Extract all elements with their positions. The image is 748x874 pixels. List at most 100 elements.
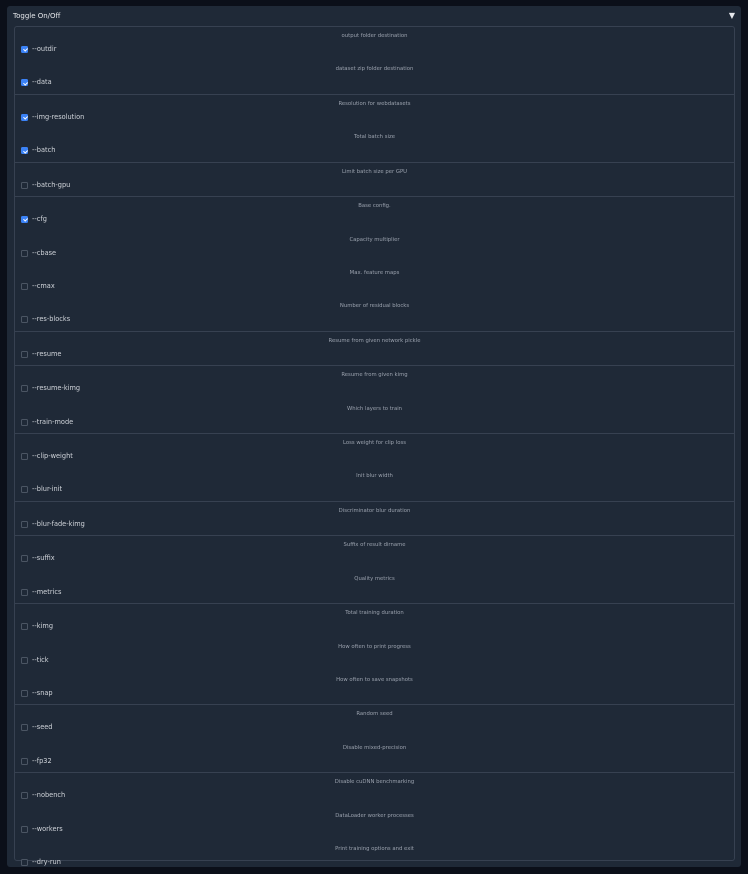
option-checkbox[interactable] [21, 147, 28, 155]
option-label[interactable]: --batch [32, 146, 55, 155]
option-description: Init blur width [356, 473, 393, 480]
option-checkbox[interactable] [21, 859, 28, 867]
option-checkbox[interactable] [21, 757, 28, 765]
option-label[interactable]: --workers [32, 825, 63, 834]
option-row: dataset zip folder destination --data [15, 60, 734, 93]
option-row: Which layers to train --train-mode [15, 400, 734, 433]
option-group: Suffix of result dirname --suffix Quality … [15, 536, 734, 605]
option-group: Disable cuDNN benchmarking --nobench DataL… [15, 773, 734, 873]
option-checkbox[interactable] [21, 623, 28, 631]
option-description: Resume from given network pickle [328, 337, 421, 344]
option-group: Base config. --cfg Capacity multiplier --cb… [15, 197, 734, 332]
option-checkbox[interactable] [21, 181, 28, 189]
option-description: Total training duration [345, 610, 404, 617]
option-checkbox[interactable] [21, 418, 28, 426]
option-label[interactable]: --blur-fade-kimg [32, 520, 85, 529]
option-label[interactable]: --batch-gpu [32, 181, 70, 190]
option-row: Loss weight for clip loss --clip-weight [15, 434, 734, 467]
option-row: Base config. --cfg [15, 197, 734, 230]
option-description: Base config. [358, 203, 391, 210]
option-description: Disable mixed-precision [342, 744, 407, 751]
option-group: Total training duration --kimg How often t… [15, 604, 734, 706]
option-row: Max. feature maps --cmax [15, 264, 734, 297]
option-description: Capacity multiplier [349, 236, 400, 243]
option-checkbox[interactable] [21, 249, 28, 257]
option-description: DataLoader worker processes [335, 812, 414, 819]
option-description: Quality metrics [354, 575, 395, 582]
option-checkbox[interactable] [21, 453, 28, 461]
option-row: output folder destination --outdir [15, 27, 734, 60]
option-label[interactable]: --cmax [32, 282, 55, 291]
option-label[interactable]: --clip-weight [32, 452, 73, 461]
option-description: Resolution for webdatasets [338, 100, 411, 107]
option-checkbox[interactable] [21, 792, 28, 800]
option-checkbox[interactable] [21, 350, 28, 358]
toggle-panel: Toggle On/Off ▼ output folder destinatio… [7, 6, 741, 867]
option-description: Disable cuDNN benchmarking [334, 779, 415, 786]
option-label[interactable]: --fp32 [32, 757, 52, 766]
option-description: How often to save snapshots [336, 677, 413, 684]
option-checkbox[interactable] [21, 316, 28, 324]
option-description: output folder destination [341, 33, 408, 39]
option-label[interactable]: --snap [32, 689, 53, 698]
option-group: Limit batch size per GPU --batch-gpu [15, 163, 734, 198]
option-label[interactable]: --nobench [32, 791, 65, 800]
option-description: Suffix of result dirname [343, 542, 406, 549]
option-label[interactable]: --train-mode [32, 418, 73, 427]
option-row: Resolution for webdatasets --img-resoluti… [15, 95, 734, 128]
option-row: DataLoader worker processes --workers [15, 807, 734, 840]
option-label[interactable]: --kimg [32, 622, 53, 631]
option-label[interactable]: --res-blocks [32, 315, 70, 324]
panel-header[interactable]: Toggle On/Off ▼ [7, 6, 741, 26]
option-label[interactable]: --seed [32, 723, 53, 732]
option-label[interactable]: --tick [32, 656, 49, 665]
option-checkbox[interactable] [21, 724, 28, 732]
option-checkbox[interactable] [21, 113, 28, 121]
option-label[interactable]: --cfg [32, 215, 47, 224]
option-checkbox[interactable] [21, 385, 28, 393]
triangle-down-icon[interactable]: ▼ [729, 11, 735, 21]
option-label[interactable]: --outdir [32, 45, 56, 54]
option-label[interactable]: --dry-run [32, 858, 61, 867]
option-label[interactable]: --resume [32, 350, 61, 359]
option-checkbox[interactable] [21, 555, 28, 563]
option-row: Total training duration --kimg [15, 604, 734, 637]
option-checkbox[interactable] [21, 656, 28, 664]
option-label[interactable]: --metrics [32, 588, 61, 597]
option-label[interactable]: --resume-kimg [32, 384, 80, 393]
option-row: Print training options and exit --dry-run [15, 840, 734, 873]
options-list: output folder destination --outdir dataset… [14, 26, 735, 867]
option-group: output folder destination --outdir dataset… [15, 27, 734, 95]
option-row: Discriminator blur duration --blur-fade-k… [15, 502, 734, 535]
option-checkbox[interactable] [21, 216, 28, 224]
option-row: Limit batch size per GPU --batch-gpu [15, 163, 734, 196]
option-row: Init blur width --blur-init [15, 467, 734, 500]
option-description: Total batch size [354, 134, 395, 141]
option-row: Disable mixed-precision --fp32 [15, 739, 734, 772]
option-label[interactable]: --data [32, 78, 52, 87]
option-label[interactable]: --img-resolution [32, 113, 84, 122]
option-checkbox[interactable] [21, 486, 28, 494]
option-checkbox[interactable] [21, 282, 28, 290]
option-label[interactable]: --suffix [32, 554, 55, 563]
option-row: Random seed --seed [15, 705, 734, 738]
option-row: How often to save snapshots --snap [15, 671, 734, 704]
option-label[interactable]: --blur-init [32, 485, 62, 494]
option-description: Which layers to train [346, 405, 403, 412]
option-label[interactable]: --cbase [32, 249, 56, 258]
option-description: Discriminator blur duration [338, 507, 411, 514]
option-group: Resolution for webdatasets --img-resoluti… [15, 95, 734, 163]
option-checkbox[interactable] [21, 520, 28, 528]
option-description: Resume from given kimg [341, 372, 408, 379]
option-checkbox[interactable] [21, 825, 28, 833]
option-group: Resume from given kimg --resume-kimg Which… [15, 366, 734, 435]
option-checkbox[interactable] [21, 588, 28, 596]
option-group: Loss weight for clip loss --clip-weight In… [15, 434, 734, 502]
option-row: Quality metrics --metrics [15, 570, 734, 603]
panel-title: Toggle On/Off [13, 12, 61, 20]
option-checkbox[interactable] [21, 46, 28, 53]
option-checkbox[interactable] [21, 79, 28, 87]
option-description: Print training options and exit [335, 846, 414, 853]
option-description: Loss weight for clip loss [343, 440, 406, 447]
option-checkbox[interactable] [21, 690, 28, 698]
